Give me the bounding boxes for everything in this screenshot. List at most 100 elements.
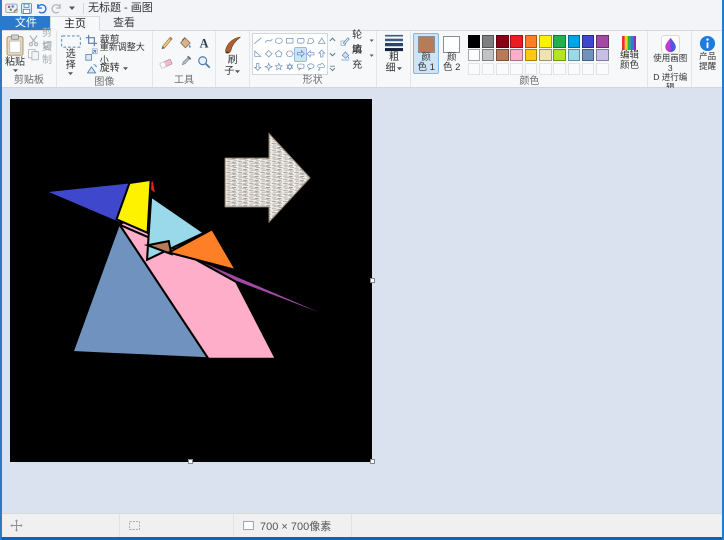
palette-swatch[interactable] — [525, 35, 538, 48]
up-arrow-shape-button[interactable] — [316, 48, 327, 61]
ribbon: 粘贴 剪切 复制 剪贴板 — [2, 31, 722, 88]
palette-swatch[interactable] — [539, 49, 552, 62]
paste-label: 粘贴 — [5, 58, 25, 68]
shapes-scroll-down-icon[interactable] — [329, 48, 337, 61]
rotate-button[interactable]: 旋转 — [85, 61, 151, 75]
line-shape-button[interactable] — [253, 35, 264, 48]
paint3d-button[interactable]: 使用画图 3 D 进行编辑 — [650, 33, 690, 92]
diamond-shape-button[interactable] — [263, 48, 274, 61]
rounded-callout-shape-button[interactable] — [295, 61, 306, 74]
picker-tool-button[interactable] — [176, 53, 194, 71]
brushes-button[interactable]: 刷 子 — [220, 33, 245, 78]
palette-empty-slot — [568, 63, 581, 76]
color2-swatch — [443, 36, 460, 53]
brushes-dropdown-icon — [234, 69, 241, 74]
rectangle-shape-button[interactable] — [284, 35, 295, 48]
four-point-star-shape-button[interactable] — [263, 61, 274, 74]
rotate-dropdown-icon — [122, 66, 129, 71]
eraser-tool-button[interactable] — [157, 53, 175, 71]
shapes-more-icon[interactable] — [329, 62, 337, 75]
select-dropdown-icon — [67, 71, 74, 76]
window-title: 无标题 - 画图 — [88, 0, 153, 16]
curve-shape-button[interactable] — [263, 35, 274, 48]
oval-callout-shape-button[interactable] — [306, 61, 317, 74]
color2-button[interactable]: 颜 色 2 — [439, 33, 465, 74]
palette-swatch[interactable] — [596, 35, 609, 48]
redo-icon — [50, 2, 63, 15]
palette-swatch[interactable] — [510, 49, 523, 62]
palette-swatch[interactable] — [582, 49, 595, 62]
selection-size-icon — [128, 519, 146, 532]
pentagon-shape-button[interactable] — [274, 48, 285, 61]
palette-swatch[interactable] — [539, 35, 552, 48]
palette-swatch[interactable] — [553, 35, 566, 48]
six-point-star-shape-button[interactable] — [284, 61, 295, 74]
palette-swatch[interactable] — [568, 35, 581, 48]
alerts-label-2: 提醒 — [699, 62, 716, 72]
palette-swatch[interactable] — [482, 49, 495, 62]
drawing-canvas[interactable] — [10, 99, 372, 462]
tab-view[interactable]: 查看 — [100, 16, 148, 30]
pencil-tool-button[interactable] — [157, 34, 175, 52]
palette-swatch[interactable] — [496, 35, 509, 48]
palette-swatch[interactable] — [568, 49, 581, 62]
palette-empty-slot — [496, 63, 509, 76]
color1-button[interactable]: 颜 色 1 — [413, 33, 439, 74]
tab-home[interactable]: 主页 — [50, 16, 100, 31]
canvas-size-icon — [242, 519, 260, 532]
canvas-resize-handle-bottom[interactable] — [188, 459, 193, 464]
resize-button[interactable]: 重新调整大小 — [85, 47, 151, 61]
five-point-star-shape-button[interactable] — [274, 61, 285, 74]
rotate-icon — [85, 62, 98, 75]
palette-empty-slot — [582, 63, 595, 76]
palette-swatch[interactable] — [482, 35, 495, 48]
palette-swatch[interactable] — [496, 49, 509, 62]
palette-swatch[interactable] — [525, 49, 538, 62]
colors-group-label: 颜色 — [411, 76, 647, 87]
group-brushes: 刷 子 — [216, 31, 250, 87]
left-arrow-shape-button[interactable] — [306, 48, 317, 61]
select-button[interactable]: 选 择 — [59, 33, 83, 77]
size-button[interactable]: 粗 细 — [382, 33, 406, 75]
undo-icon[interactable] — [35, 2, 48, 15]
titlebar-separator — [83, 3, 84, 14]
palette-swatch[interactable] — [553, 49, 566, 62]
fill-label: 填充 — [352, 41, 367, 71]
save-icon[interactable] — [20, 2, 33, 15]
magnifier-tool-button[interactable] — [195, 53, 213, 71]
product-alerts-button[interactable]: 产品 提醒 — [694, 33, 721, 71]
palette-swatch[interactable] — [468, 35, 481, 48]
brushes-label-1: 刷 — [228, 56, 238, 66]
shape-fill-button[interactable]: 填充 — [340, 48, 375, 63]
rounded-rectangle-shape-button[interactable] — [295, 35, 306, 48]
group-image: 选 择 裁剪 重新调整大小 旋转 — [57, 31, 153, 87]
canvas-resize-handle-corner[interactable] — [370, 459, 375, 464]
fill-tool-button[interactable] — [176, 34, 194, 52]
oval-shape-button[interactable] — [274, 35, 285, 48]
edit-colors-button[interactable]: 编辑 颜色 — [613, 33, 647, 71]
copy-button[interactable]: 复制 — [27, 47, 55, 61]
palette-empty-slot — [525, 63, 538, 76]
palette-swatch[interactable] — [510, 35, 523, 48]
canvas-resize-handle-right[interactable] — [370, 278, 375, 283]
palette-empty-slot — [553, 63, 566, 76]
paste-button[interactable]: 粘贴 — [4, 33, 26, 74]
cloud-callout-shape-button[interactable] — [316, 61, 327, 74]
triangle-shape-button[interactable] — [316, 35, 327, 48]
down-arrow-shape-button[interactable] — [253, 61, 264, 74]
hexagon-shape-button[interactable] — [284, 48, 295, 61]
palette-swatch[interactable] — [582, 35, 595, 48]
palette-swatch[interactable] — [596, 49, 609, 62]
shapes-scroll-up-icon[interactable] — [329, 33, 337, 46]
right-arrow-shape-button[interactable] — [295, 48, 306, 61]
brushes-label-2: 子 — [224, 67, 234, 77]
titlebar: 无标题 - 画图 — [2, 0, 722, 16]
right-triangle-shape-button[interactable] — [253, 48, 264, 61]
quick-access-dropdown-icon[interactable] — [68, 4, 76, 12]
text-tool-button[interactable]: A — [195, 34, 213, 52]
line-width-icon — [383, 34, 405, 52]
polygon-shape-button[interactable] — [306, 35, 317, 48]
palette-swatch[interactable] — [468, 49, 481, 62]
outline-icon — [340, 34, 351, 48]
edit-colors-label-2: 颜色 — [620, 61, 639, 71]
